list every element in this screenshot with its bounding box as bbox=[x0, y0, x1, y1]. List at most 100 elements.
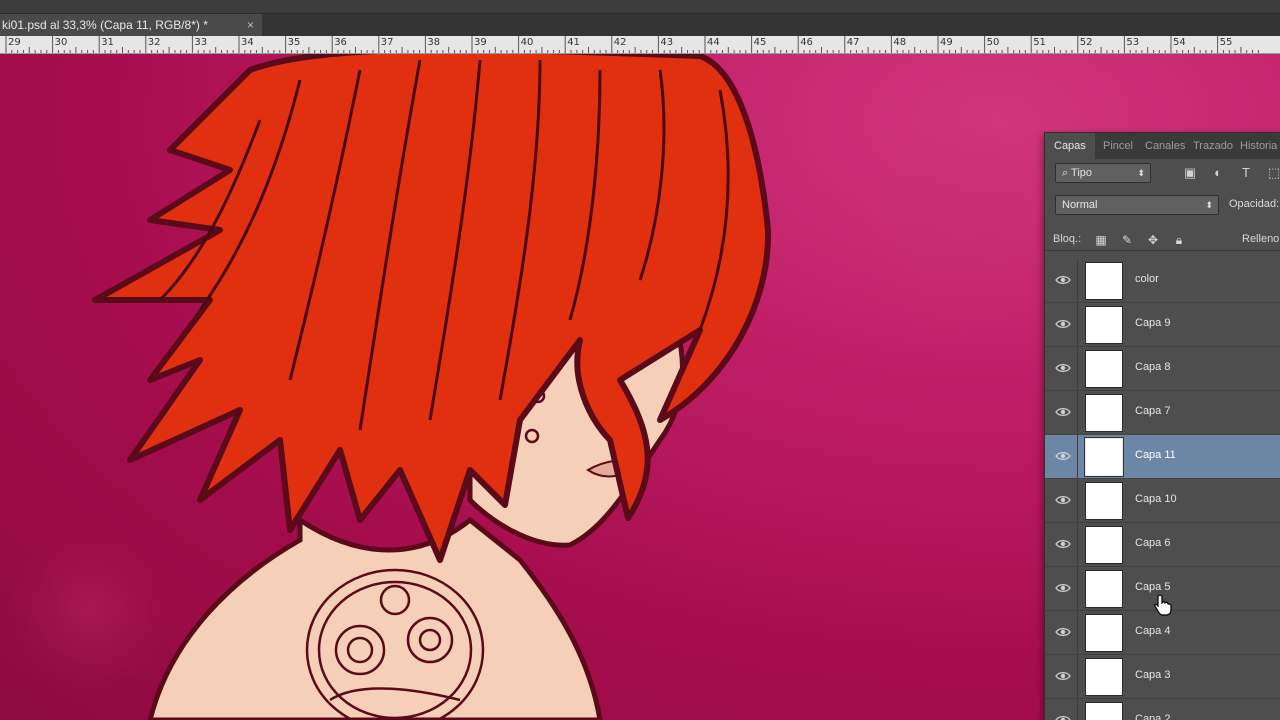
layer-thumbnail[interactable] bbox=[1085, 658, 1123, 696]
layer-thumbnail[interactable] bbox=[1085, 526, 1123, 564]
ruler-label: 47 bbox=[846, 37, 860, 48]
fill-label: Relleno: bbox=[1242, 233, 1280, 245]
tab-capas[interactable]: Capas bbox=[1045, 133, 1095, 159]
layer-row[interactable]: Capa 10 bbox=[1045, 479, 1280, 523]
eye-icon[interactable] bbox=[1055, 316, 1071, 332]
tab-trazado[interactable]: Trazado bbox=[1193, 133, 1233, 159]
ruler-label: 44 bbox=[707, 37, 720, 48]
layer-name[interactable]: Capa 3 bbox=[1135, 669, 1170, 681]
bokeh-circle bbox=[850, 120, 1070, 340]
layer-name[interactable]: Capa 10 bbox=[1135, 493, 1177, 505]
eye-icon[interactable] bbox=[1055, 712, 1071, 720]
layer-name[interactable]: Capa 4 bbox=[1135, 625, 1170, 637]
document-tab[interactable]: ki01.psd al 33,3% (Capa 11, RGB/8*) * × bbox=[0, 14, 262, 36]
divider bbox=[1077, 655, 1078, 699]
ruler-label: 37 bbox=[380, 37, 394, 48]
lock-row: Bloq.: ▦ ✎ ✥ 🔒︎ Relleno: bbox=[1045, 229, 1280, 251]
layer-row[interactable]: Capa 2 bbox=[1045, 699, 1280, 720]
layer-name[interactable]: Capa 5 bbox=[1135, 581, 1170, 593]
layer-name[interactable]: Capa 2 bbox=[1135, 713, 1170, 720]
layer-thumbnail[interactable] bbox=[1084, 437, 1124, 477]
shape-filter-icon[interactable]: ⬚ bbox=[1266, 165, 1280, 181]
tab-canales[interactable]: Canales bbox=[1145, 133, 1185, 159]
layer-row[interactable]: Capa 11 bbox=[1045, 435, 1280, 479]
options-bar bbox=[0, 0, 1280, 14]
layer-name[interactable]: Capa 6 bbox=[1135, 537, 1170, 549]
chevron-updown-icon: ⬍ bbox=[1137, 168, 1145, 178]
layer-name[interactable]: Capa 8 bbox=[1135, 361, 1170, 373]
layer-thumbnail[interactable] bbox=[1085, 350, 1123, 388]
divider bbox=[1077, 391, 1078, 435]
ruler-label: 49 bbox=[940, 37, 953, 48]
lock-transparency-icon[interactable]: ▦ bbox=[1093, 232, 1109, 248]
divider bbox=[1077, 347, 1078, 391]
horizontal-ruler: 29 30 31 32 33 34 35 36 37 38 39 40 41 42 43 44 45 46 47 48… bbox=[0, 36, 1280, 54]
ruler-label: 51 bbox=[1033, 37, 1046, 48]
layer-row[interactable]: Capa 9 bbox=[1045, 303, 1280, 347]
ruler-label: 53 bbox=[1126, 37, 1140, 48]
ruler-label: 35 bbox=[287, 37, 301, 48]
eye-icon[interactable] bbox=[1055, 492, 1071, 508]
layer-row[interactable]: Capa 7 bbox=[1045, 391, 1280, 435]
layer-thumbnail[interactable] bbox=[1085, 702, 1123, 720]
close-icon[interactable]: × bbox=[247, 14, 254, 36]
ruler-label: 39 bbox=[474, 37, 487, 48]
ruler-label: 33 bbox=[194, 37, 208, 48]
ruler-label: 30 bbox=[54, 37, 68, 48]
ruler-label: 36 bbox=[334, 37, 347, 48]
ruler-label: 50 bbox=[986, 37, 1000, 48]
lock-move-icon[interactable]: ✥ bbox=[1145, 232, 1161, 248]
eye-icon[interactable] bbox=[1055, 272, 1071, 288]
layer-thumbnail[interactable] bbox=[1085, 614, 1123, 652]
layer-row[interactable]: Capa 3 bbox=[1045, 655, 1280, 699]
hair bbox=[92, 54, 772, 563]
eye-icon[interactable] bbox=[1055, 668, 1071, 684]
layer-name[interactable]: color bbox=[1135, 273, 1159, 285]
filter-row: ⌕ Tipo ⬍ ▣ ◐ T ⬚ bbox=[1045, 163, 1280, 187]
blend-mode-value: Normal bbox=[1062, 199, 1098, 211]
adjustment-filter-icon[interactable]: ◐ bbox=[1210, 165, 1226, 181]
eye-icon[interactable] bbox=[1055, 580, 1071, 596]
image-filter-icon[interactable]: ▣ bbox=[1182, 165, 1198, 181]
document-tab-title: ki01.psd al 33,3% (Capa 11, RGB/8*) * bbox=[2, 18, 208, 32]
ruler-label: 45 bbox=[753, 37, 767, 48]
ruler-label: 48 bbox=[893, 37, 907, 48]
tab-pincel[interactable]: Pincel bbox=[1103, 133, 1133, 159]
divider bbox=[1077, 259, 1078, 303]
layer-name[interactable]: Capa 7 bbox=[1135, 405, 1170, 417]
divider bbox=[1077, 611, 1078, 655]
layer-thumbnail[interactable] bbox=[1085, 306, 1123, 344]
eye-icon[interactable] bbox=[1055, 448, 1071, 464]
ruler-label: 55 bbox=[1219, 37, 1233, 48]
eye-icon[interactable] bbox=[1055, 404, 1071, 420]
shoulder-skin bbox=[147, 515, 603, 720]
lock-all-icon[interactable]: 🔒︎ bbox=[1171, 232, 1187, 248]
layer-thumbnail[interactable] bbox=[1085, 482, 1123, 520]
type-filter-icon[interactable]: T bbox=[1238, 165, 1254, 181]
layer-thumbnail[interactable] bbox=[1085, 570, 1123, 608]
divider bbox=[1077, 435, 1078, 479]
lock-label: Bloq.: bbox=[1053, 233, 1082, 245]
blend-row: Normal ⬍ Opacidad: bbox=[1045, 195, 1280, 219]
panel-tabs: Capas Pincel Canales Trazado Historia bbox=[1045, 133, 1280, 159]
tab-historia[interactable]: Historia bbox=[1240, 133, 1277, 159]
eye-icon[interactable] bbox=[1055, 360, 1071, 376]
layer-thumbnail[interactable] bbox=[1085, 394, 1123, 432]
layer-row[interactable]: Capa 6 bbox=[1045, 523, 1280, 567]
layer-name[interactable]: Capa 11 bbox=[1135, 449, 1176, 461]
lock-paint-icon[interactable]: ✎ bbox=[1119, 232, 1135, 248]
layer-row[interactable]: color bbox=[1045, 259, 1280, 303]
eye-icon[interactable] bbox=[1055, 624, 1071, 640]
divider bbox=[1077, 479, 1078, 523]
eye-icon[interactable] bbox=[1055, 536, 1071, 552]
blend-mode-select[interactable]: Normal ⬍ bbox=[1055, 195, 1219, 215]
ruler-label: 38 bbox=[427, 37, 441, 48]
ruler-label: 29 bbox=[8, 37, 21, 48]
layer-row[interactable]: Capa 8 bbox=[1045, 347, 1280, 391]
layer-thumbnail[interactable] bbox=[1085, 262, 1123, 300]
layer-row[interactable]: Capa 4 bbox=[1045, 611, 1280, 655]
kind-filter-select[interactable]: ⌕ Tipo ⬍ bbox=[1055, 163, 1151, 183]
layer-name[interactable]: Capa 9 bbox=[1135, 317, 1170, 329]
opacity-label: Opacidad: bbox=[1229, 198, 1280, 210]
ruler-label: 34 bbox=[241, 37, 254, 48]
